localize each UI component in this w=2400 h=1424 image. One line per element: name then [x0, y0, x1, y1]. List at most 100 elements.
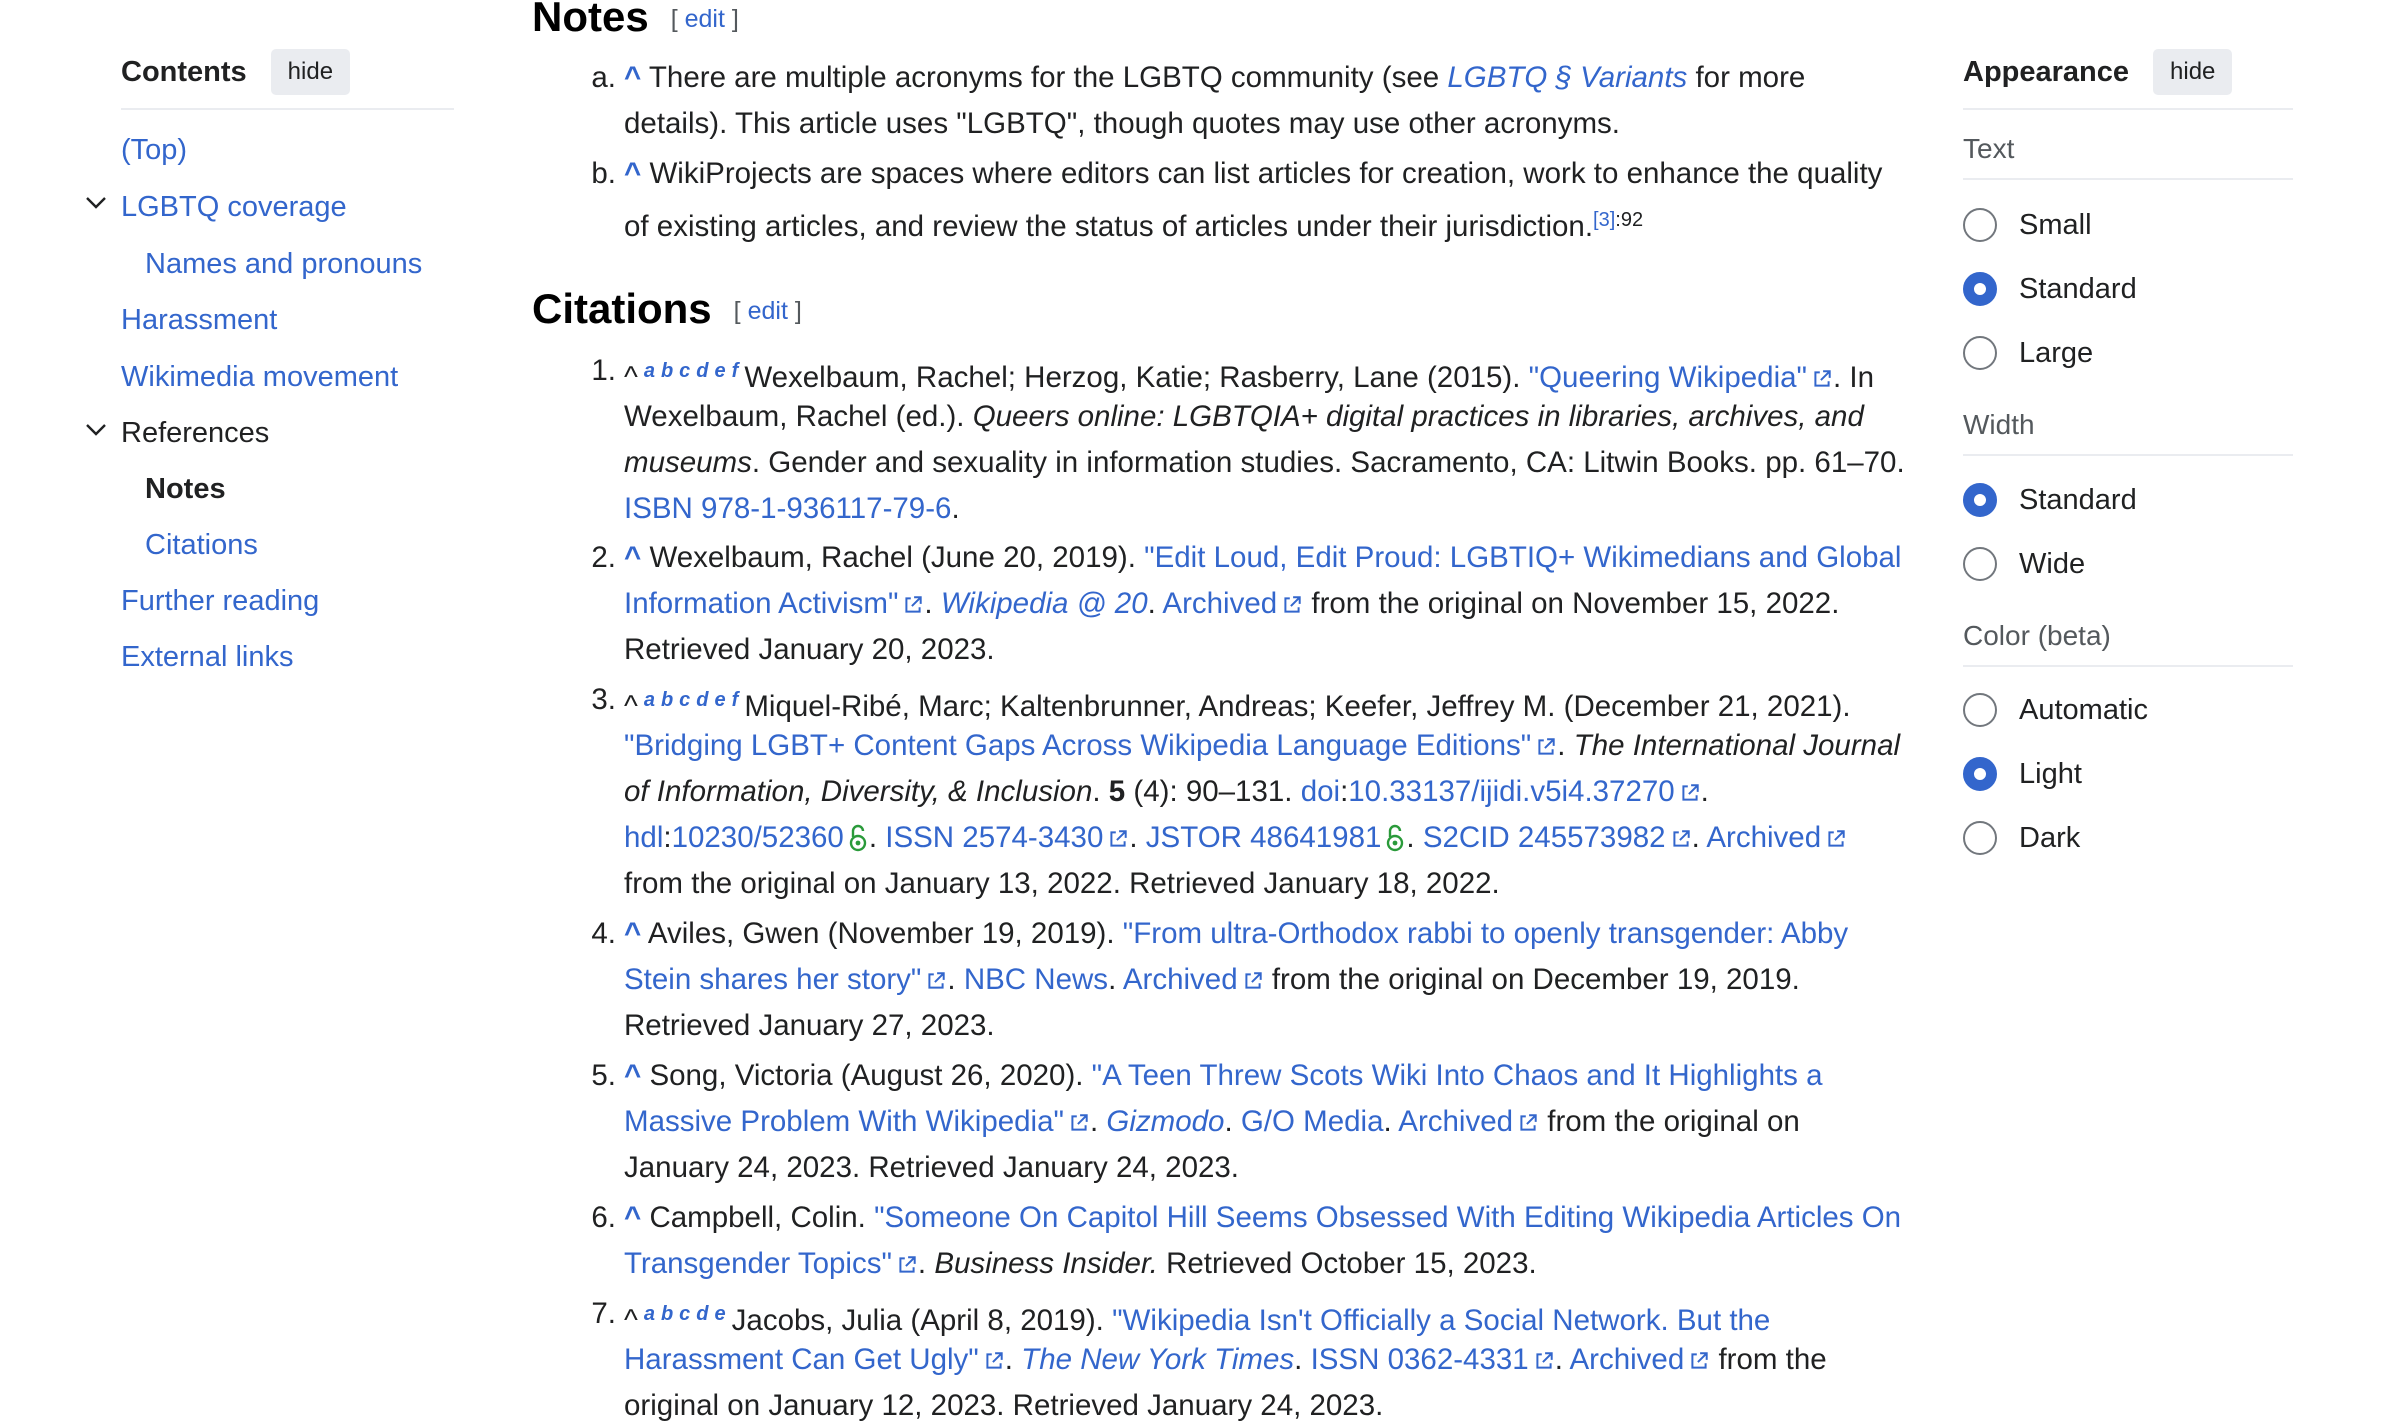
citation-title-link[interactable]: Massive Problem With Wikipedia": [624, 1105, 1064, 1138]
citation-3-line-5: from the original on January 13, 2022. R…: [624, 867, 1500, 900]
toc-item-top[interactable]: (Top): [121, 132, 187, 168]
archived-link[interactable]: Archived: [1123, 963, 1238, 996]
radio-width-wide[interactable]: Wide: [1963, 542, 2085, 586]
external-link-icon: [905, 596, 923, 613]
radio-button[interactable]: [1963, 693, 1997, 727]
citation-title-link[interactable]: Information Activism": [624, 587, 898, 620]
notes-edit-section: [ edit ]: [671, 5, 739, 33]
doi-label-link[interactable]: doi: [1301, 775, 1340, 808]
radio-text-small[interactable]: Small: [1963, 203, 2092, 247]
citation-work-link[interactable]: The New York Times: [1021, 1343, 1294, 1376]
citation-title-link[interactable]: "Wikipedia Isn't Officially a Social Net…: [1112, 1304, 1770, 1337]
backlink-caret[interactable]: ^: [624, 157, 641, 190]
toc-hide-button[interactable]: hide: [270, 49, 351, 95]
toc-item-further-reading[interactable]: Further reading: [121, 583, 319, 619]
citation-text: . Gender and sexuality in information st…: [751, 446, 1905, 479]
citation-title-link[interactable]: "Someone On Capitol Hill Seems Obsessed …: [874, 1201, 1901, 1234]
citation-3-line-4: hdl:10230/52360. ISSN 2574-3430. JSTOR 4…: [624, 820, 1847, 856]
citation-title-link[interactable]: Transgender Topics": [624, 1247, 892, 1280]
citations-edit-section: [ edit ]: [734, 297, 802, 325]
archived-link[interactable]: Archived: [1162, 587, 1277, 620]
citation-number: 5.: [591, 1059, 616, 1092]
hdl-label-link[interactable]: hdl: [624, 821, 663, 854]
separator: .: [1129, 821, 1138, 854]
doi-link[interactable]: 10.33137/ijidi.v5i4.37270: [1348, 775, 1674, 808]
radio-button[interactable]: [1963, 757, 1997, 791]
external-link-icon: [1520, 1114, 1537, 1131]
issn-link[interactable]: ISSN 2574-3430: [885, 821, 1103, 854]
appearance-hide-button[interactable]: hide: [2153, 49, 2233, 95]
toc-item-lgbtq-coverage[interactable]: LGBTQ coverage: [121, 189, 347, 225]
separator: .: [1406, 821, 1415, 854]
backlink-caret[interactable]: ^: [624, 1059, 641, 1092]
radio-color-automatic[interactable]: Automatic: [1963, 688, 2148, 732]
archived-link[interactable]: Archived: [1398, 1105, 1513, 1138]
reference-link[interactable]: [3]: [1593, 209, 1615, 231]
open-access-icon: [1387, 824, 1404, 852]
radio-button[interactable]: [1963, 821, 1997, 855]
issn-link[interactable]: ISSN 0362-4331: [1311, 1343, 1529, 1376]
chevron-down-icon[interactable]: [84, 194, 108, 212]
archived-link[interactable]: Archived: [1569, 1343, 1684, 1376]
citation-title-link[interactable]: "Edit Loud, Edit Proud: LGBTIQ+ Wikimedi…: [1144, 541, 1901, 574]
citation-title-link[interactable]: "From ultra-Orthodox rabbi to openly tra…: [1123, 917, 1848, 950]
note-a-link[interactable]: LGBTQ § Variants: [1447, 61, 1687, 94]
citations-edit-link[interactable]: edit: [748, 297, 788, 325]
radio-text-large[interactable]: Large: [1963, 331, 2093, 375]
toc-item-references[interactable]: References: [121, 415, 269, 451]
citation-number: 2.: [591, 541, 616, 574]
radio-button[interactable]: [1963, 483, 1997, 517]
citation-4-line-3: Retrieved January 27, 2023.: [624, 1009, 995, 1042]
toc-item-external-links[interactable]: External links: [121, 639, 293, 675]
backlink-letters[interactable]: abcde: [644, 1303, 732, 1325]
radio-label: Wide: [2019, 547, 2086, 580]
radio-button[interactable]: [1963, 272, 1997, 306]
publisher-link[interactable]: G/O Media: [1241, 1105, 1384, 1138]
external-link-icon: [1814, 370, 1831, 387]
toc-item-wikimedia-movement[interactable]: Wikimedia movement: [121, 359, 398, 395]
citation-text: Song, Victoria (August 26, 2020).: [649, 1059, 1084, 1092]
radio-width-standard[interactable]: Standard: [1963, 478, 2137, 522]
s2cid-link[interactable]: S2CID 245573982: [1423, 821, 1666, 854]
citation-title-link[interactable]: "A Teen Threw Scots Wiki Into Chaos and …: [1092, 1059, 1823, 1092]
radio-button[interactable]: [1963, 547, 1997, 581]
citation-text: Retrieved October 15, 2023.: [1166, 1247, 1537, 1280]
backlink-caret[interactable]: ^: [624, 1201, 641, 1234]
backlink-letters[interactable]: abcdef: [644, 689, 744, 711]
citation-work-link[interactable]: NBC News: [964, 963, 1108, 996]
toc-item-citations[interactable]: Citations: [145, 527, 258, 563]
backlink-caret[interactable]: ^: [624, 541, 641, 574]
toc-item-notes[interactable]: Notes: [145, 471, 226, 507]
radio-color-dark[interactable]: Dark: [1963, 816, 2080, 860]
separator: .: [1383, 1105, 1392, 1138]
backlink-letters[interactable]: abcdef: [644, 360, 744, 382]
radio-button[interactable]: [1963, 208, 1997, 242]
section-divider: [1963, 178, 2293, 180]
external-link-icon: [928, 972, 946, 989]
chevron-down-icon[interactable]: [84, 421, 108, 439]
citation-number: 6.: [591, 1201, 616, 1234]
radio-text-standard[interactable]: Standard: [1963, 267, 2137, 311]
archived-link[interactable]: Archived: [1706, 821, 1821, 854]
radio-button[interactable]: [1963, 336, 1997, 370]
citation-title-link[interactable]: Stein shares her story": [624, 963, 921, 996]
toc-item-names-and-pronouns[interactable]: Names and pronouns: [145, 246, 422, 282]
citation-text: Jacobs, Julia (April 8, 2019).: [731, 1304, 1104, 1337]
hdl-link[interactable]: 10230/52360: [672, 821, 844, 854]
notes-edit-link[interactable]: edit: [685, 5, 725, 33]
backlink-caret: ^: [624, 1304, 638, 1337]
toc-item-harassment[interactable]: Harassment: [121, 302, 277, 338]
radio-color-light[interactable]: Light: [1963, 752, 2082, 796]
citation-title-link[interactable]: Harassment Can Get Ugly": [624, 1343, 979, 1376]
citation-work-link[interactable]: Wikipedia @ 20: [941, 587, 1148, 620]
citation-work-link[interactable]: Gizmodo: [1106, 1105, 1224, 1138]
backlink-caret[interactable]: ^: [624, 61, 641, 94]
backlink-caret[interactable]: ^: [624, 917, 641, 950]
citation-title-link[interactable]: "Bridging LGBT+ Content Gaps Across Wiki…: [624, 729, 1531, 762]
citation-title-link[interactable]: "Queering Wikipedia": [1529, 361, 1807, 394]
citation-5-line-2: Massive Problem With Wikipedia". Gizmodo…: [624, 1104, 1800, 1140]
citation-number: 1.: [591, 354, 616, 387]
isbn-link[interactable]: ISBN 978-1-936117-79-6: [624, 492, 951, 525]
jstor-link[interactable]: JSTOR 48641981: [1146, 821, 1382, 854]
citation-6-line-2: Transgender Topics". Business Insider. R…: [624, 1246, 1537, 1282]
